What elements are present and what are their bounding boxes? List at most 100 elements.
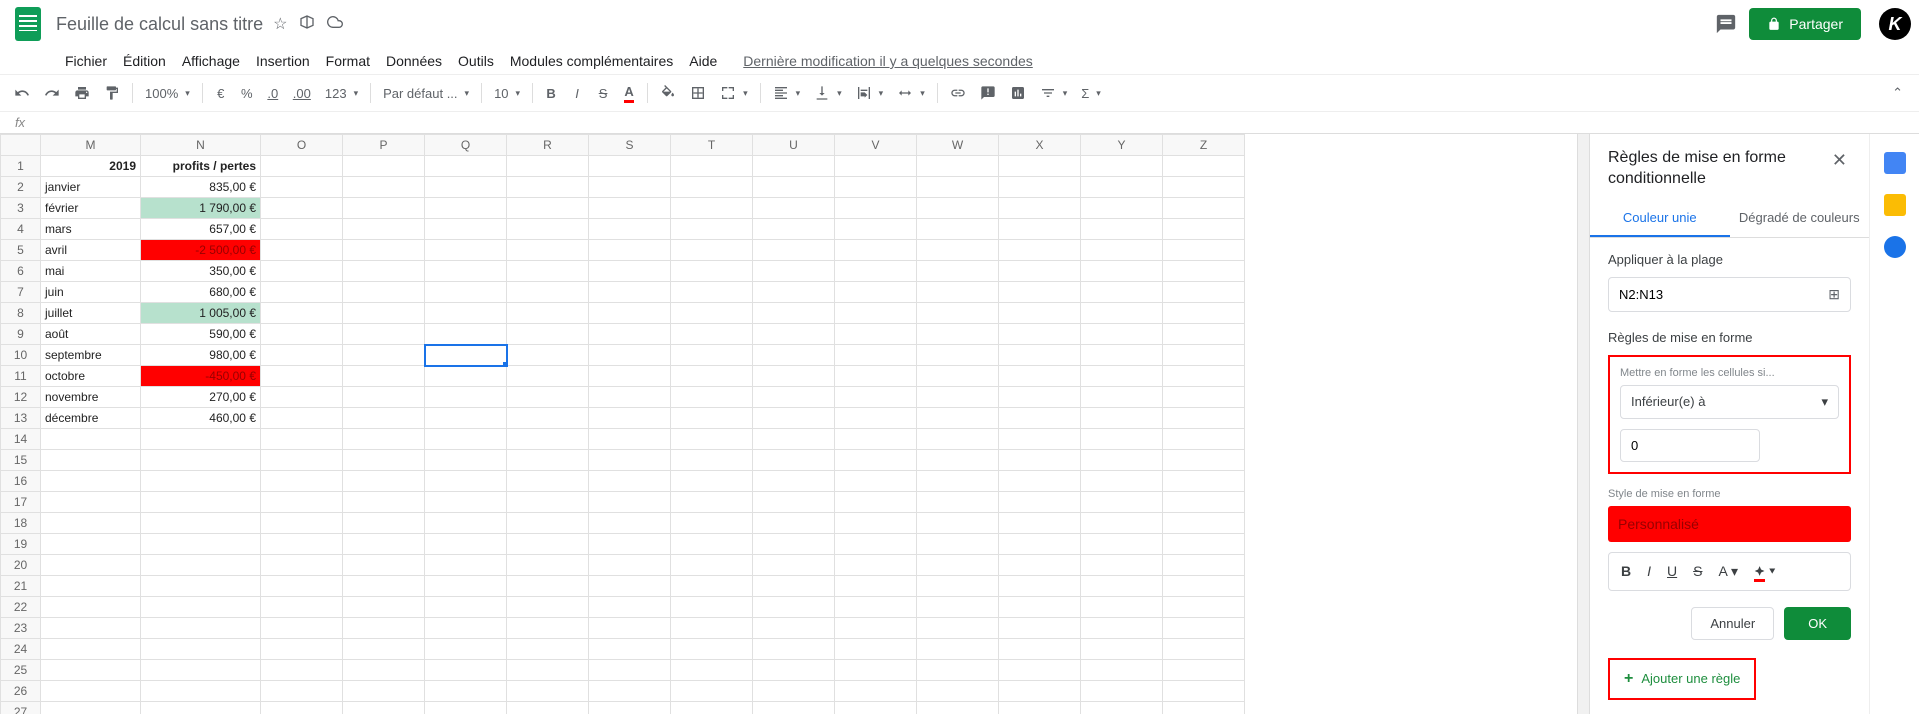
row-header-17[interactable]: 17: [1, 492, 41, 513]
cell-Q24[interactable]: [425, 639, 507, 660]
cell-T6[interactable]: [671, 261, 753, 282]
cell-T16[interactable]: [671, 471, 753, 492]
cell-W9[interactable]: [917, 324, 999, 345]
cell-Y14[interactable]: [1081, 429, 1163, 450]
cell-Z15[interactable]: [1163, 450, 1245, 471]
cell-Z11[interactable]: [1163, 366, 1245, 387]
fillcolor-icon[interactable]: 🟆 ▾: [1748, 557, 1782, 586]
cell-W3[interactable]: [917, 198, 999, 219]
col-header-N[interactable]: N: [141, 135, 261, 156]
cell-Q4[interactable]: [425, 219, 507, 240]
cell-Y9[interactable]: [1081, 324, 1163, 345]
cell-V18[interactable]: [835, 513, 917, 534]
row-header-12[interactable]: 12: [1, 387, 41, 408]
cell-Q5[interactable]: [425, 240, 507, 261]
cell-N7[interactable]: 680,00 €: [141, 282, 261, 303]
cell-Z16[interactable]: [1163, 471, 1245, 492]
cell-S16[interactable]: [589, 471, 671, 492]
bold-button[interactable]: B: [539, 82, 563, 105]
cell-R1[interactable]: [507, 156, 589, 177]
col-header-Q[interactable]: Q: [425, 135, 507, 156]
menu-édition[interactable]: Édition: [116, 51, 173, 71]
row-header-26[interactable]: 26: [1, 681, 41, 702]
cell-U6[interactable]: [753, 261, 835, 282]
cell-R10[interactable]: [507, 345, 589, 366]
cell-S13[interactable]: [589, 408, 671, 429]
cloud-icon[interactable]: [327, 14, 343, 34]
cell-V17[interactable]: [835, 492, 917, 513]
cell-R3[interactable]: [507, 198, 589, 219]
cell-Y7[interactable]: [1081, 282, 1163, 303]
cell-Z18[interactable]: [1163, 513, 1245, 534]
cell-W5[interactable]: [917, 240, 999, 261]
cell-T18[interactable]: [671, 513, 753, 534]
cell-R6[interactable]: [507, 261, 589, 282]
cell-M3[interactable]: février: [41, 198, 141, 219]
cell-U23[interactable]: [753, 618, 835, 639]
cell-T23[interactable]: [671, 618, 753, 639]
cell-X26[interactable]: [999, 681, 1081, 702]
cell-U5[interactable]: [753, 240, 835, 261]
cell-M4[interactable]: mars: [41, 219, 141, 240]
cell-M12[interactable]: novembre: [41, 387, 141, 408]
strikethrough-button[interactable]: S: [591, 82, 615, 105]
cell-R14[interactable]: [507, 429, 589, 450]
cell-N12[interactable]: 270,00 €: [141, 387, 261, 408]
cell-Z20[interactable]: [1163, 555, 1245, 576]
row-header-13[interactable]: 13: [1, 408, 41, 429]
cell-V21[interactable]: [835, 576, 917, 597]
cell-O13[interactable]: [261, 408, 343, 429]
align-button[interactable]: [767, 81, 807, 105]
row-header-2[interactable]: 2: [1, 177, 41, 198]
cell-V16[interactable]: [835, 471, 917, 492]
cell-P10[interactable]: [343, 345, 425, 366]
cell-O19[interactable]: [261, 534, 343, 555]
cell-Y25[interactable]: [1081, 660, 1163, 681]
cell-S2[interactable]: [589, 177, 671, 198]
cell-V27[interactable]: [835, 702, 917, 714]
cell-S22[interactable]: [589, 597, 671, 618]
cell-X12[interactable]: [999, 387, 1081, 408]
cell-O14[interactable]: [261, 429, 343, 450]
cell-T11[interactable]: [671, 366, 753, 387]
row-header-21[interactable]: 21: [1, 576, 41, 597]
decrease-decimal-button[interactable]: .0: [261, 82, 285, 105]
cell-Y8[interactable]: [1081, 303, 1163, 324]
cell-T20[interactable]: [671, 555, 753, 576]
tab-solid-color[interactable]: Couleur unie: [1590, 200, 1730, 237]
cell-X27[interactable]: [999, 702, 1081, 714]
cell-M15[interactable]: [41, 450, 141, 471]
cell-U4[interactable]: [753, 219, 835, 240]
cell-Y12[interactable]: [1081, 387, 1163, 408]
cell-Z8[interactable]: [1163, 303, 1245, 324]
cell-O15[interactable]: [261, 450, 343, 471]
cell-R13[interactable]: [507, 408, 589, 429]
sheets-logo[interactable]: [8, 4, 48, 44]
cell-Z1[interactable]: [1163, 156, 1245, 177]
cell-T27[interactable]: [671, 702, 753, 714]
menu-fichier[interactable]: Fichier: [58, 51, 114, 71]
cell-M25[interactable]: [41, 660, 141, 681]
cell-P27[interactable]: [343, 702, 425, 714]
cell-Q6[interactable]: [425, 261, 507, 282]
col-header-X[interactable]: X: [999, 135, 1081, 156]
menu-format[interactable]: Format: [319, 51, 377, 71]
cell-Z5[interactable]: [1163, 240, 1245, 261]
range-input[interactable]: [1619, 287, 1828, 302]
cell-R8[interactable]: [507, 303, 589, 324]
cell-P6[interactable]: [343, 261, 425, 282]
cell-W7[interactable]: [917, 282, 999, 303]
col-header-R[interactable]: R: [507, 135, 589, 156]
cell-W11[interactable]: [917, 366, 999, 387]
cell-Q26[interactable]: [425, 681, 507, 702]
cell-V6[interactable]: [835, 261, 917, 282]
cell-X21[interactable]: [999, 576, 1081, 597]
cell-N16[interactable]: [141, 471, 261, 492]
cell-N23[interactable]: [141, 618, 261, 639]
threshold-input[interactable]: [1620, 429, 1760, 462]
percent-button[interactable]: %: [235, 82, 259, 105]
cell-X18[interactable]: [999, 513, 1081, 534]
cell-O22[interactable]: [261, 597, 343, 618]
col-header-U[interactable]: U: [753, 135, 835, 156]
cell-T9[interactable]: [671, 324, 753, 345]
